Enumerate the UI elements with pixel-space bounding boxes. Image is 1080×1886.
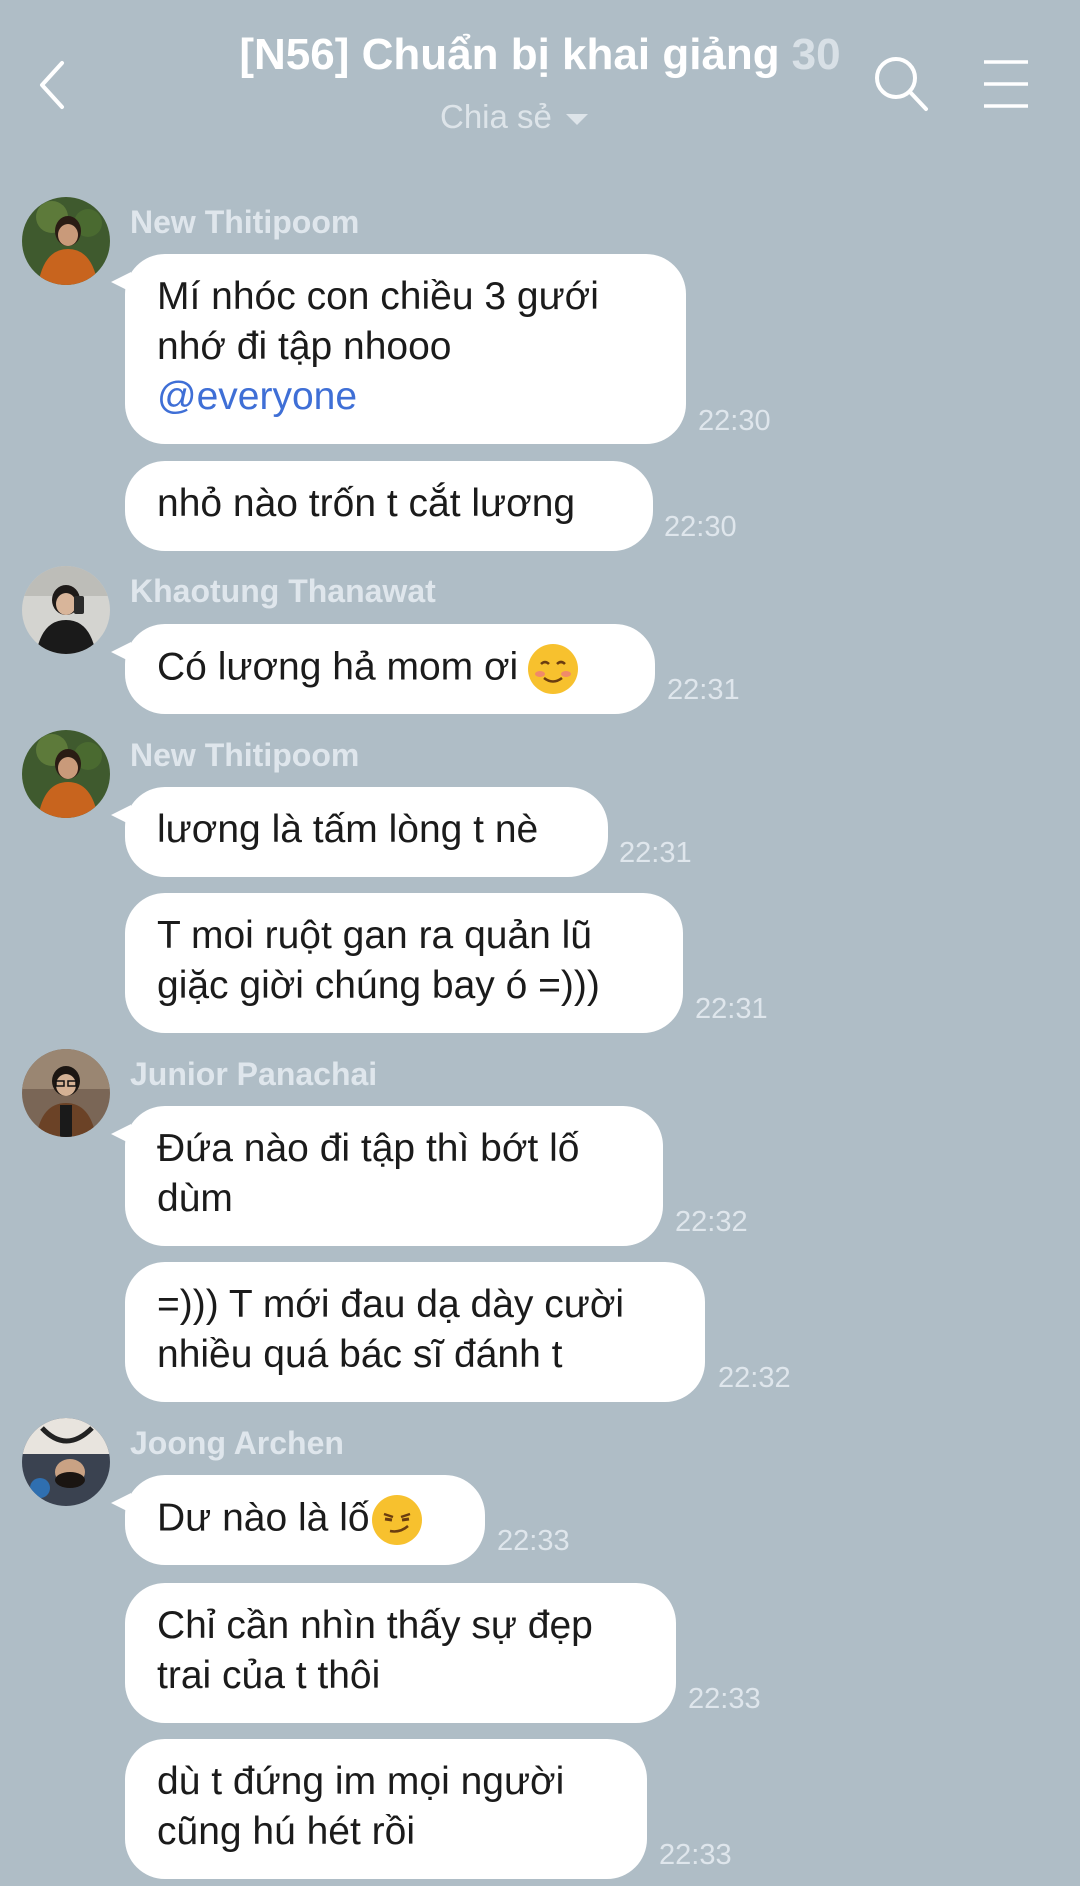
message-bubble[interactable]: lương là tấm lòng t nè <box>111 787 608 877</box>
sender-name: Joong Archen <box>130 1425 344 1461</box>
message-time: 22:33 <box>659 1839 732 1871</box>
message-line: Mí nhóc con chiều 3 gưới <box>157 275 599 318</box>
chat-header: [N56] Chuẩn bị khai giảng 30 Chia sẻ <box>0 0 1080 160</box>
avatar-joong-archen[interactable] <box>22 1418 110 1506</box>
smirk-emoji <box>371 1495 422 1545</box>
message-bubble[interactable]: Dư nào là lố <box>111 1475 485 1565</box>
message-line: Có lương hả mom ơi <box>157 645 519 689</box>
message-line: trai của t thôi <box>157 1654 381 1697</box>
share-dropdown[interactable]: Chia sẻ <box>440 98 588 136</box>
message-time: 22:31 <box>619 837 692 869</box>
avatar-new-thitipoom[interactable] <box>22 730 110 818</box>
message-line: nhỏ nào trốn t cắt lương <box>157 482 576 525</box>
sender-name: New Thitipoom <box>130 204 360 240</box>
avatar-khaotung-thanawat[interactable] <box>22 566 110 654</box>
hamburger-menu-icon <box>984 60 1028 108</box>
chevron-left-icon <box>40 61 64 109</box>
message-time: 22:32 <box>718 1362 791 1394</box>
menu-button[interactable] <box>980 56 1032 112</box>
message-bubble[interactable]: Có lương hả mom ơi <box>111 624 655 714</box>
chat-title-group[interactable]: [N56] Chuẩn bị khai giảng 30 <box>200 30 880 80</box>
sender-name: New Thitipoom <box>130 737 360 773</box>
message-line: =))) T mới đau dạ dày cười <box>157 1283 625 1326</box>
message-line: nhiều quá bác sĩ đánh t <box>157 1333 563 1376</box>
share-label: Chia sẻ <box>440 98 552 135</box>
message-time: 22:30 <box>698 405 771 437</box>
back-button[interactable] <box>30 55 80 115</box>
message-bubble[interactable]: Mí nhóc con chiều 3 gưới nhớ đi tập nhoo… <box>111 254 686 444</box>
message-time: 22:30 <box>664 511 737 543</box>
message-line: giặc giời chúng bay ó =))) <box>157 964 600 1007</box>
message-line: Dư nào là lố <box>157 1496 370 1540</box>
message-time: 22:33 <box>688 1683 761 1715</box>
caret-down-icon <box>565 113 588 125</box>
message-line: dù t đứng im mọi người <box>157 1760 565 1803</box>
member-count: 30 <box>791 30 841 79</box>
chat-title: [N56] Chuẩn bị khai giảng <box>239 30 780 79</box>
message-bubble[interactable]: Chỉ cần nhìn thấy sự đẹp trai của t thôi <box>125 1583 676 1723</box>
smiling-blush-emoji <box>528 644 579 694</box>
message-line: T moi ruột gan ra quản lũ <box>157 914 593 957</box>
message-bubble[interactable]: dù t đứng im mọi người cũng hú hét rồi <box>125 1739 647 1879</box>
message-bubble[interactable]: T moi ruột gan ra quản lũ giặc giời chún… <box>125 893 683 1033</box>
sender-name: Junior Panachai <box>130 1056 378 1092</box>
message-bubble[interactable]: =))) T mới đau dạ dày cười nhiều quá bác… <box>125 1262 705 1402</box>
message-line: Đứa nào đi tập thì bớt lố <box>157 1127 580 1170</box>
message-bubble[interactable]: Đứa nào đi tập thì bớt lố dùm <box>111 1106 663 1246</box>
message-line: lương là tấm lòng t nè <box>157 808 539 851</box>
mention-everyone-link[interactable]: @everyone <box>157 372 654 422</box>
message-line: Chỉ cần nhìn thấy sự đẹp <box>157 1604 593 1647</box>
avatar-junior-panachai[interactable] <box>22 1049 110 1137</box>
sender-name: Khaotung Thanawat <box>130 573 436 609</box>
message-line: nhớ đi tập nhooo <box>157 325 452 368</box>
avatar-new-thitipoom[interactable] <box>22 197 110 285</box>
message-time: 22:32 <box>675 1206 748 1238</box>
search-button[interactable] <box>872 52 932 116</box>
message-line: dùm <box>157 1177 233 1220</box>
message-time: 22:31 <box>667 674 740 706</box>
message-bubble[interactable]: nhỏ nào trốn t cắt lương <box>125 461 653 551</box>
message-time: 22:31 <box>695 993 768 1025</box>
search-icon <box>875 57 928 111</box>
message-time: 22:33 <box>497 1525 570 1557</box>
message-line: cũng hú hét rồi <box>157 1810 416 1853</box>
